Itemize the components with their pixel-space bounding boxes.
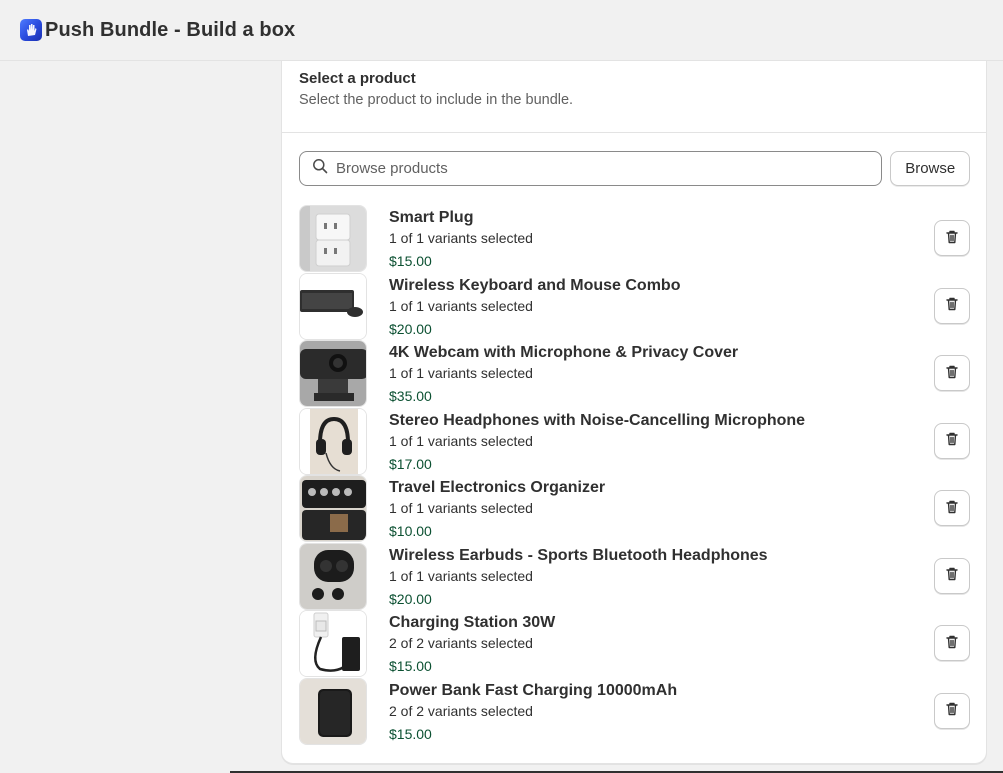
list-item: Charging Station 30W 2 of 2 variants sel… [299, 610, 970, 678]
trash-icon [944, 634, 960, 653]
trash-icon [944, 566, 960, 585]
delete-button[interactable] [934, 220, 970, 256]
delete-button[interactable] [934, 422, 970, 459]
delete-button[interactable] [934, 692, 970, 729]
product-name: Smart Plug [389, 209, 474, 226]
product-image [299, 205, 367, 272]
trash-icon [944, 229, 960, 248]
product-image [299, 610, 367, 677]
list-item: Smart Plug 1 of 1 variants selected $15.… [299, 205, 970, 273]
trash-icon [944, 499, 960, 518]
product-name: Wireless Keyboard and Mouse Combo [389, 276, 681, 294]
search-icon [312, 158, 328, 179]
variant-count: 2 of 2 variants selected [389, 635, 533, 651]
delete-button[interactable] [934, 355, 970, 391]
product-price: $35.00 [389, 388, 432, 404]
product-name: Charging Station 30W [389, 614, 556, 631]
variant-count: 1 of 1 variants selected [389, 230, 533, 246]
product-price: $15.00 [389, 253, 432, 269]
delete-button[interactable] [934, 287, 970, 324]
product-image [299, 475, 367, 542]
variant-count: 1 of 1 variants selected [389, 297, 533, 314]
product-image [299, 407, 367, 475]
product-price: $15.00 [389, 725, 432, 742]
trash-icon [944, 701, 960, 720]
product-name: Travel Electronics Organizer [389, 479, 606, 496]
search-field[interactable] [299, 151, 883, 186]
product-price: $15.00 [389, 658, 432, 674]
variant-count: 1 of 1 variants selected [389, 500, 533, 516]
list-item: Travel Electronics Organizer 1 of 1 vari… [299, 475, 970, 543]
search-row: Browse [299, 151, 970, 186]
variant-count: 1 of 1 variants selected [389, 365, 533, 381]
trash-icon [944, 364, 960, 383]
product-name: Stereo Headphones with Noise-Cancelling … [389, 411, 806, 429]
product-image [299, 677, 367, 745]
list-item: Power Bank Fast Charging 10000mAh 2 of 2… [299, 677, 970, 746]
product-list: Smart Plug 1 of 1 variants selected $15.… [299, 205, 970, 745]
product-price: $20.00 [389, 320, 432, 337]
page-title: Push Bundle - Build a box [45, 18, 296, 41]
list-item: 4K Webcam with Microphone & Privacy Cove… [299, 340, 970, 408]
variant-count: 2 of 2 variants selected [389, 702, 533, 719]
card-header: Select a product Select the product to i… [282, 61, 986, 133]
section-title: Select a product [299, 70, 416, 87]
browse-button[interactable]: Browse [890, 151, 970, 186]
product-name: 4K Webcam with Microphone & Privacy Cove… [389, 344, 739, 361]
list-item: Wireless Keyboard and Mouse Combo 1 of 1… [299, 272, 970, 341]
product-image [299, 340, 367, 407]
product-image [299, 272, 367, 340]
product-selection-card: Select a product Select the product to i… [281, 61, 987, 764]
delete-button[interactable] [934, 557, 970, 594]
variant-count: 1 of 1 variants selected [389, 432, 533, 449]
product-price: $17.00 [389, 455, 432, 472]
delete-button[interactable] [934, 490, 970, 526]
product-image [299, 542, 367, 610]
product-name: Wireless Earbuds - Sports Bluetooth Head… [389, 546, 768, 564]
app-header: Push Bundle - Build a box [0, 0, 1003, 61]
product-price: $20.00 [389, 590, 432, 607]
trash-icon [944, 431, 960, 450]
list-item: Wireless Earbuds - Sports Bluetooth Head… [299, 542, 970, 611]
product-price: $10.00 [389, 523, 432, 539]
section-subtitle: Select the product to include in the bun… [299, 92, 574, 108]
variant-count: 1 of 1 variants selected [389, 567, 533, 584]
delete-button[interactable] [934, 625, 970, 661]
product-name: Power Bank Fast Charging 10000mAh [389, 681, 678, 699]
search-input[interactable] [336, 160, 856, 177]
trash-icon [944, 296, 960, 315]
hand-logo-icon [20, 19, 42, 41]
list-item: Stereo Headphones with Noise-Cancelling … [299, 407, 970, 476]
